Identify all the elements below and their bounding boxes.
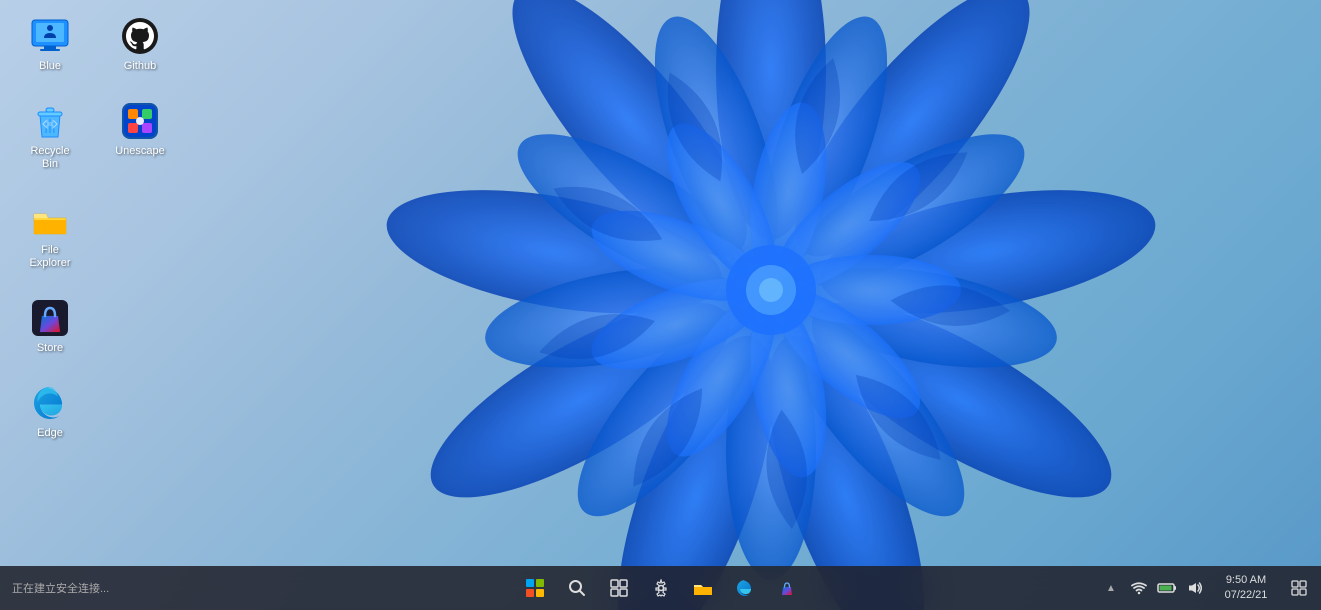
store-taskbar-button[interactable]: [769, 570, 805, 606]
taskbar-center: [517, 570, 805, 606]
wifi-icon: [1131, 581, 1147, 595]
unescape-icon-label: Unescape: [115, 145, 165, 158]
battery-tray-icon[interactable]: [1155, 574, 1179, 602]
chevron-up-icon: ▲: [1106, 583, 1116, 594]
edge-taskbar-button[interactable]: [727, 570, 763, 606]
taskbar-status-text: 正在建立安全连接...: [8, 580, 109, 596]
edge-icon-label: Edge: [37, 427, 63, 440]
blue-icon-label: Blue: [39, 60, 61, 73]
widgets-button[interactable]: [601, 570, 637, 606]
unescape-icon: [120, 101, 160, 141]
start-button[interactable]: [517, 570, 553, 606]
battery-icon: [1157, 582, 1177, 594]
notification-center-button[interactable]: [1285, 574, 1313, 602]
taskbar-right: ▲: [1099, 573, 1313, 604]
desktop-icon-edge[interactable]: Edge: [10, 377, 90, 446]
clock-area[interactable]: 9:50 AM 07/22/21: [1211, 573, 1281, 604]
recycle-bin-icon-label: RecycleBin: [30, 145, 69, 171]
clock-date: 07/22/21: [1225, 588, 1268, 603]
file-explorer-icon-label: FileExplorer: [30, 244, 71, 270]
blue-icon: [30, 16, 70, 56]
wallpaper-bloom: [321, 0, 1221, 610]
desktop-icon-store[interactable]: Store: [10, 292, 90, 361]
store-icon: [30, 298, 70, 338]
network-tray-icon[interactable]: [1127, 574, 1151, 602]
taskbar: 正在建立安全连接...: [0, 566, 1321, 610]
settings-button[interactable]: [643, 570, 679, 606]
recycle-bin-icon: [30, 101, 70, 141]
desktop-icon-file-explorer[interactable]: FileExplorer: [10, 194, 90, 276]
desktop-icon-blue[interactable]: Blue: [10, 10, 90, 79]
search-button[interactable]: [559, 570, 595, 606]
desktop-icon-unescape[interactable]: Unescape: [100, 95, 180, 177]
notification-icon: [1291, 580, 1307, 596]
file-explorer-icon: [30, 200, 70, 240]
store-icon-label: Store: [37, 342, 63, 355]
file-explorer-taskbar-button[interactable]: [685, 570, 721, 606]
github-icon-label: Github: [124, 60, 156, 73]
edge-desktop-icon: [30, 383, 70, 423]
volume-icon: [1187, 581, 1203, 595]
desktop-icons-area: Blue Github: [10, 10, 180, 454]
volume-tray-icon[interactable]: [1183, 574, 1207, 602]
desktop-icon-github[interactable]: Github: [100, 10, 180, 79]
github-icon: [120, 16, 160, 56]
clock-time: 9:50 AM: [1226, 573, 1266, 588]
desktop: Blue Github: [0, 0, 1321, 610]
system-tray-expand-button[interactable]: ▲: [1099, 574, 1123, 602]
desktop-icon-recycle-bin[interactable]: RecycleBin: [10, 95, 90, 177]
